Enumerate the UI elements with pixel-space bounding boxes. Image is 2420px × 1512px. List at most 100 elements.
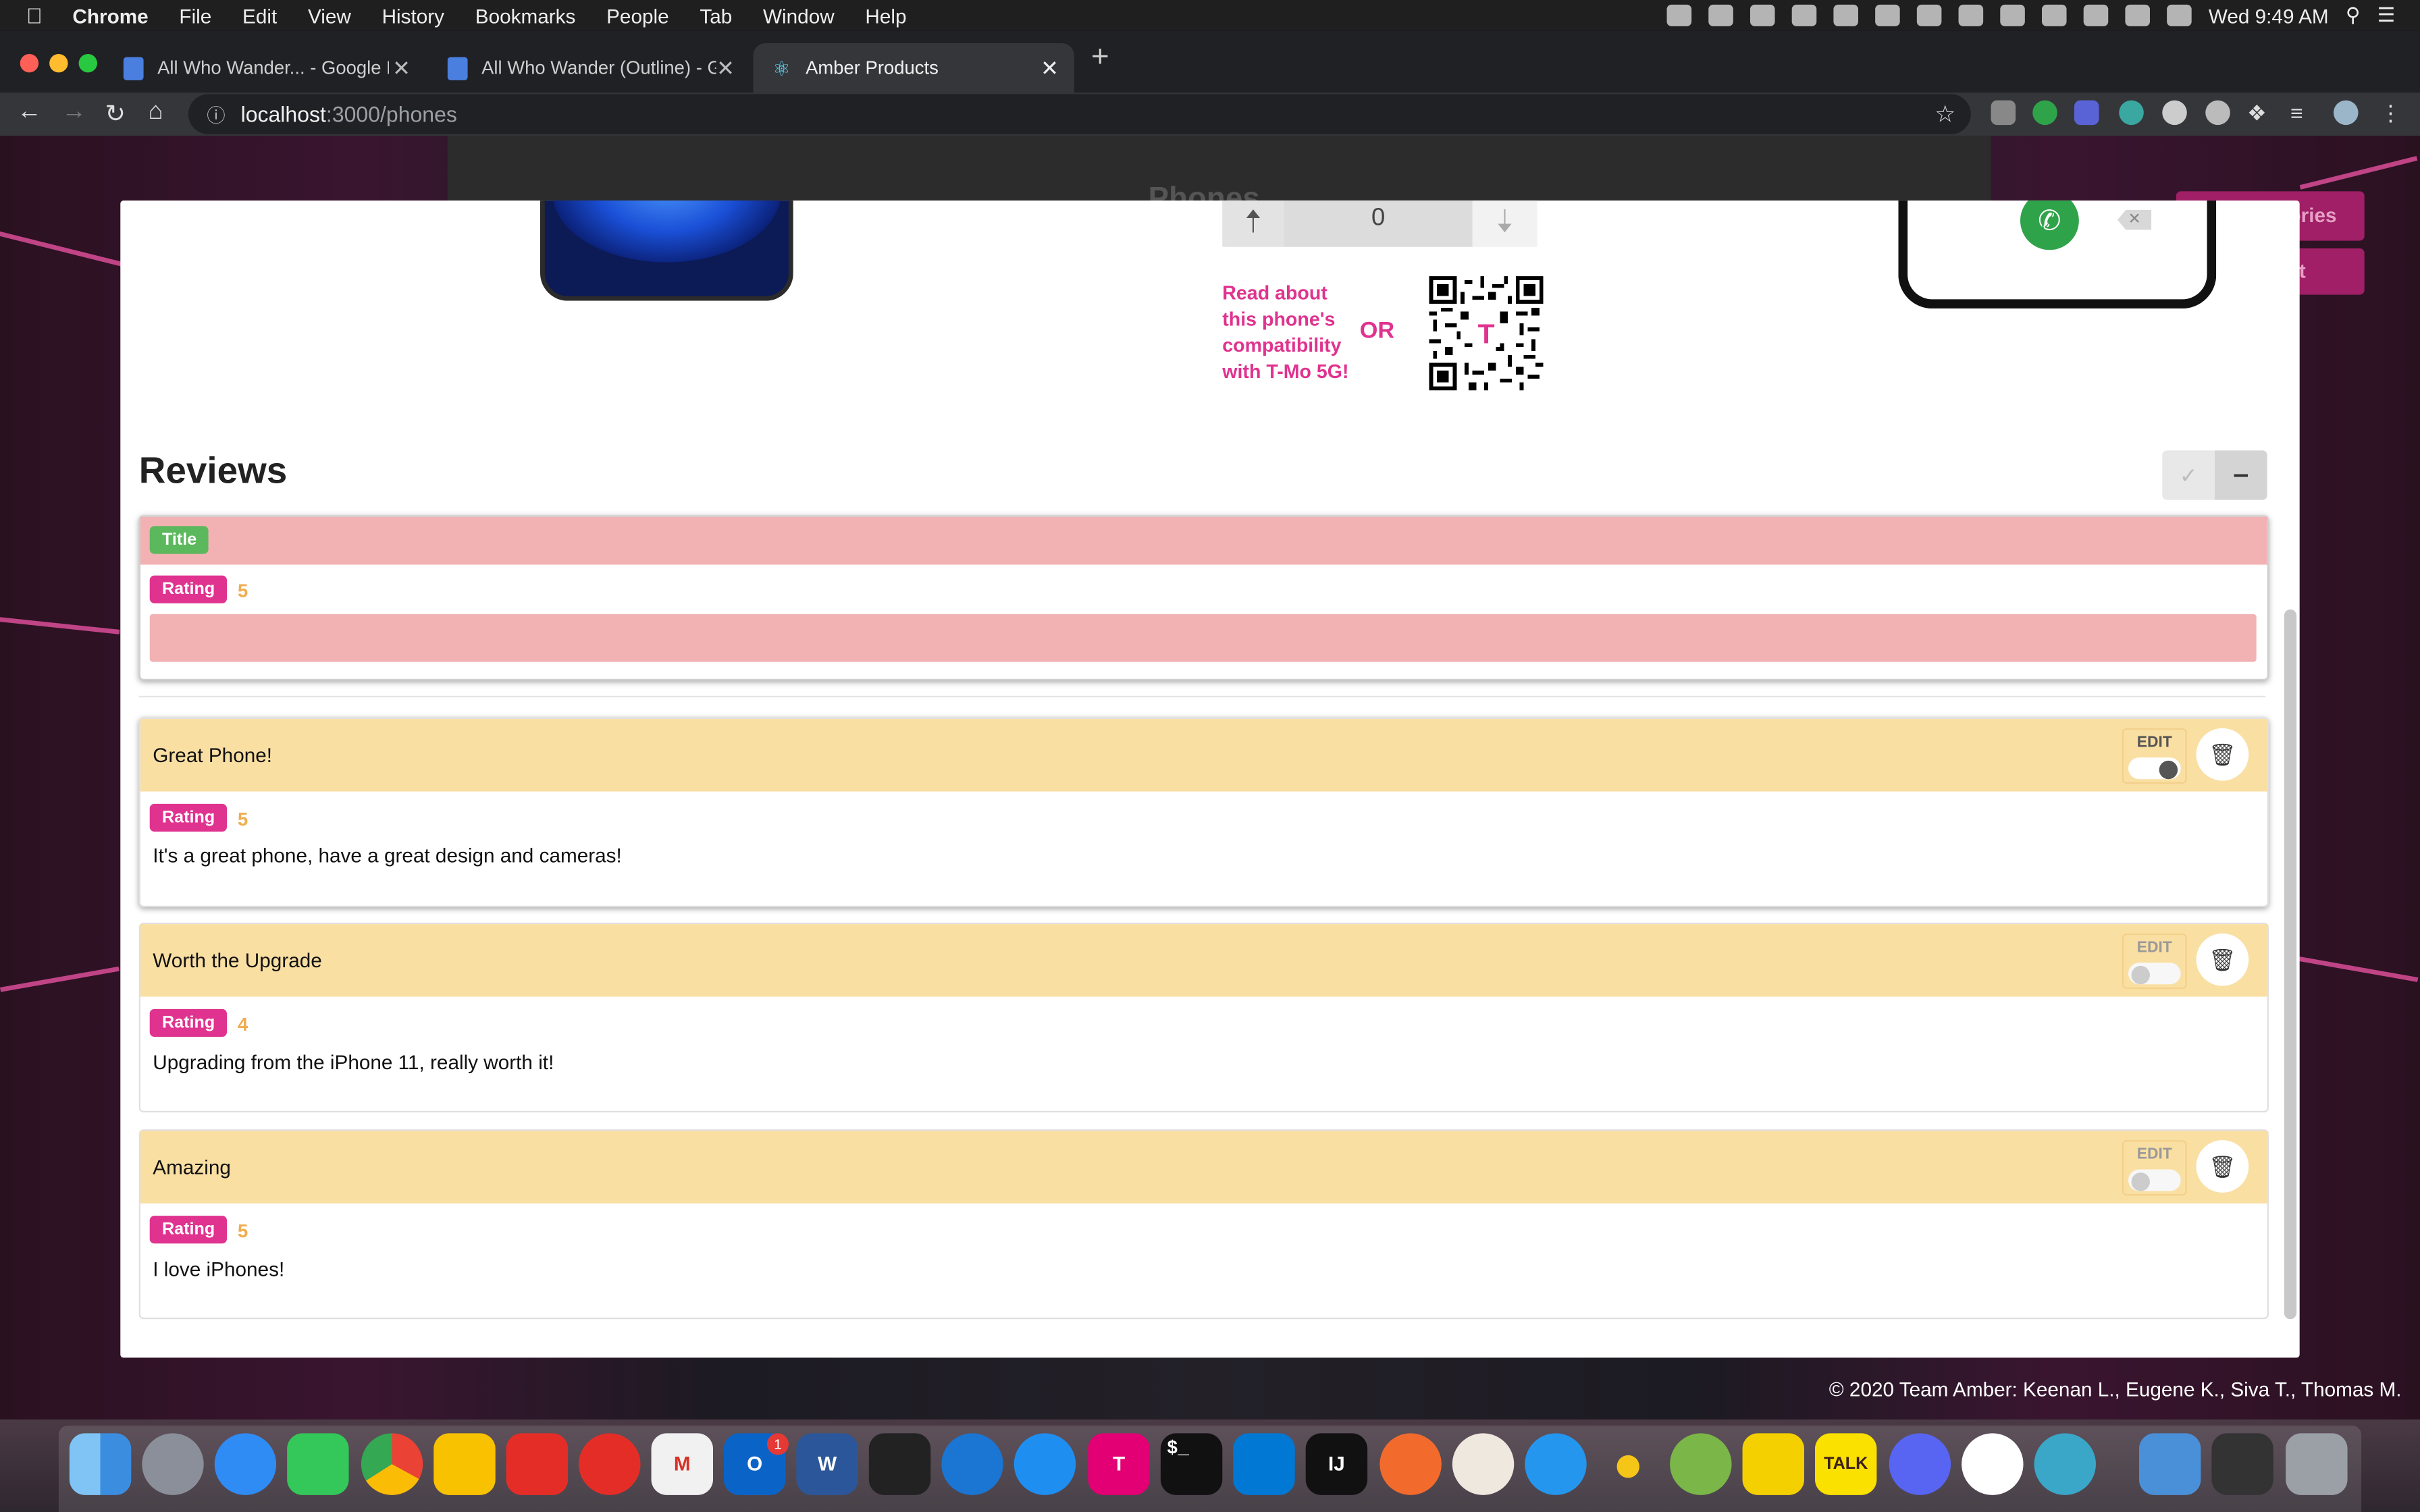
qr-code[interactable]: T <box>1429 276 1544 391</box>
postman-icon[interactable] <box>1379 1433 1442 1495</box>
facetime-icon[interactable] <box>287 1433 349 1495</box>
reading-list-icon[interactable]: ≡ <box>2290 101 2315 126</box>
submit-review-check-icon[interactable]: ✓ <box>2162 450 2215 500</box>
finder-icon[interactable] <box>69 1433 132 1495</box>
downloads-folder-icon[interactable] <box>2138 1433 2201 1495</box>
upvote-button[interactable]: 🠡 <box>1222 200 1284 247</box>
intellij-icon[interactable]: IJ <box>1305 1433 1368 1495</box>
vscode-icon[interactable] <box>1233 1433 1295 1495</box>
window-close-icon[interactable] <box>20 53 39 73</box>
docker-icon[interactable] <box>1525 1433 1587 1495</box>
tray-chat-icon[interactable] <box>1750 4 1775 26</box>
apple-icon[interactable]:  <box>26 5 48 26</box>
downvote-button[interactable]: 🠣 <box>1472 200 1537 247</box>
new-review-body-input[interactable] <box>149 614 2257 662</box>
forward-icon[interactable]: → <box>61 99 86 126</box>
youtube-icon[interactable] <box>506 1433 569 1495</box>
chrome-icon[interactable] <box>361 1433 423 1495</box>
menu-file[interactable]: File <box>179 4 211 27</box>
quicktime-icon[interactable] <box>941 1433 1003 1495</box>
delete-trash-icon[interactable]: 🗑 <box>2196 933 2249 986</box>
window-zoom-icon[interactable] <box>78 53 97 73</box>
edit-toggle[interactable]: EDIT <box>2122 933 2187 990</box>
discord-icon[interactable] <box>1889 1433 1951 1495</box>
address-bar[interactable]: ⓘ localhost:3000/phones ☆ <box>188 94 1971 134</box>
tray-cloud-icon[interactable] <box>1833 4 1858 26</box>
extension-calendar-icon[interactable] <box>2074 100 2099 126</box>
word-icon[interactable]: W <box>796 1433 858 1495</box>
browser-app-icon[interactable] <box>2034 1433 2096 1495</box>
chrome-menu-icon[interactable]: ⋮ <box>2380 101 2405 126</box>
notification-center-icon[interactable]: ☰ <box>2377 3 2396 28</box>
tray-alert-icon[interactable] <box>1916 4 1942 26</box>
extension-grammar-icon[interactable] <box>2119 100 2144 126</box>
launchpad-icon[interactable] <box>142 1433 204 1495</box>
tray-app-icon[interactable] <box>1875 4 1900 26</box>
bluetooth-icon[interactable] <box>2083 4 2109 26</box>
extension-circle-icon[interactable] <box>2162 100 2187 126</box>
airplay-icon[interactable] <box>2041 4 2067 26</box>
keep-notes-icon[interactable] <box>433 1433 496 1495</box>
extension-lens-icon[interactable] <box>2205 100 2230 126</box>
delete-trash-icon[interactable]: 🗑 <box>2196 728 2249 781</box>
clock[interactable]: Wed 9:49 AM <box>2209 4 2329 27</box>
menu-people[interactable]: People <box>606 4 669 27</box>
menu-tab[interactable]: Tab <box>700 4 732 27</box>
site-info-icon[interactable]: ⓘ <box>207 101 225 128</box>
terminal-icon[interactable]: $_ <box>1160 1433 1223 1495</box>
kindle-icon[interactable] <box>868 1433 931 1495</box>
wifi-icon[interactable] <box>2125 4 2150 26</box>
menu-help[interactable]: Help <box>865 4 906 27</box>
tray-app-icon[interactable] <box>1708 4 1733 26</box>
tray-app-icon[interactable] <box>1666 4 1692 26</box>
extension-mail-icon[interactable] <box>1991 100 2016 126</box>
sourcetree-icon[interactable] <box>1670 1433 1732 1495</box>
t-mobile-icon[interactable]: T <box>1088 1433 1150 1495</box>
menu-window[interactable]: Window <box>763 4 835 27</box>
delete-trash-icon[interactable]: 🗑 <box>2196 1140 2249 1193</box>
reload-icon[interactable]: ↻ <box>105 99 126 130</box>
tray-binoculars-icon[interactable] <box>2000 4 2025 26</box>
tray-glasses-icon[interactable] <box>1791 4 1817 26</box>
compatibility-link[interactable]: Read about this phone's compatibility wi… <box>1222 281 1358 385</box>
menu-bookmarks[interactable]: Bookmarks <box>475 4 576 27</box>
recent-window-icon[interactable] <box>2211 1433 2273 1495</box>
edit-toggle[interactable]: EDIT <box>2122 728 2187 784</box>
messages-icon[interactable] <box>214 1433 277 1495</box>
modal-scrollbar[interactable] <box>2284 609 2297 1320</box>
window-minimize-icon[interactable] <box>49 53 68 73</box>
app-store-icon[interactable] <box>1014 1433 1076 1495</box>
menu-edit[interactable]: Edit <box>242 4 277 27</box>
tab-close-icon[interactable]: ✕ <box>1041 55 1059 82</box>
profile-avatar[interactable] <box>2333 100 2359 126</box>
tab-docs-1[interactable]: All Who Wander... - Google Do ✕ <box>105 43 425 92</box>
new-tab-icon[interactable]: + <box>1091 42 1109 73</box>
tray-app-icon[interactable] <box>1958 4 1984 26</box>
edit-toggle[interactable]: EDIT <box>2122 1140 2187 1196</box>
home-icon[interactable]: ⌂ <box>148 99 163 126</box>
battery-icon[interactable] <box>2167 4 2192 26</box>
extensions-puzzle-icon[interactable]: ❖ <box>2247 101 2272 126</box>
tab-close-icon[interactable]: ✕ <box>716 55 735 82</box>
gmail-icon[interactable]: M <box>651 1433 713 1495</box>
tableplus-icon[interactable] <box>1452 1433 1515 1495</box>
back-icon[interactable]: ← <box>17 99 42 126</box>
bookmark-star-icon[interactable]: ☆ <box>1935 101 1955 128</box>
tab-docs-2[interactable]: All Who Wander (Outline) - Go ✕ <box>429 43 749 92</box>
new-review-rating-value[interactable]: 5 <box>238 580 248 601</box>
spotlight-icon[interactable]: ⚲ <box>2346 3 2361 28</box>
kakaotalk-icon[interactable]: TALK <box>1814 1433 1877 1495</box>
collapse-form-minus-icon[interactable]: – <box>2214 450 2267 500</box>
norton-icon[interactable] <box>1742 1433 1804 1495</box>
slack-icon[interactable] <box>1962 1433 2024 1495</box>
media-player-icon[interactable] <box>579 1433 641 1495</box>
extension-green-icon[interactable] <box>2032 100 2057 126</box>
tab-close-icon[interactable]: ✕ <box>392 55 411 82</box>
menu-app-name[interactable]: Chrome <box>72 4 148 27</box>
menu-history[interactable]: History <box>382 4 444 27</box>
new-review-title-input[interactable] <box>140 516 2267 565</box>
trash-icon[interactable] <box>2286 1433 2348 1495</box>
cyberduck-icon[interactable]: ● <box>1598 1433 1659 1494</box>
menu-view[interactable]: View <box>308 4 351 27</box>
tab-amber-products[interactable]: ⚛ Amber Products ✕ <box>753 43 1074 93</box>
